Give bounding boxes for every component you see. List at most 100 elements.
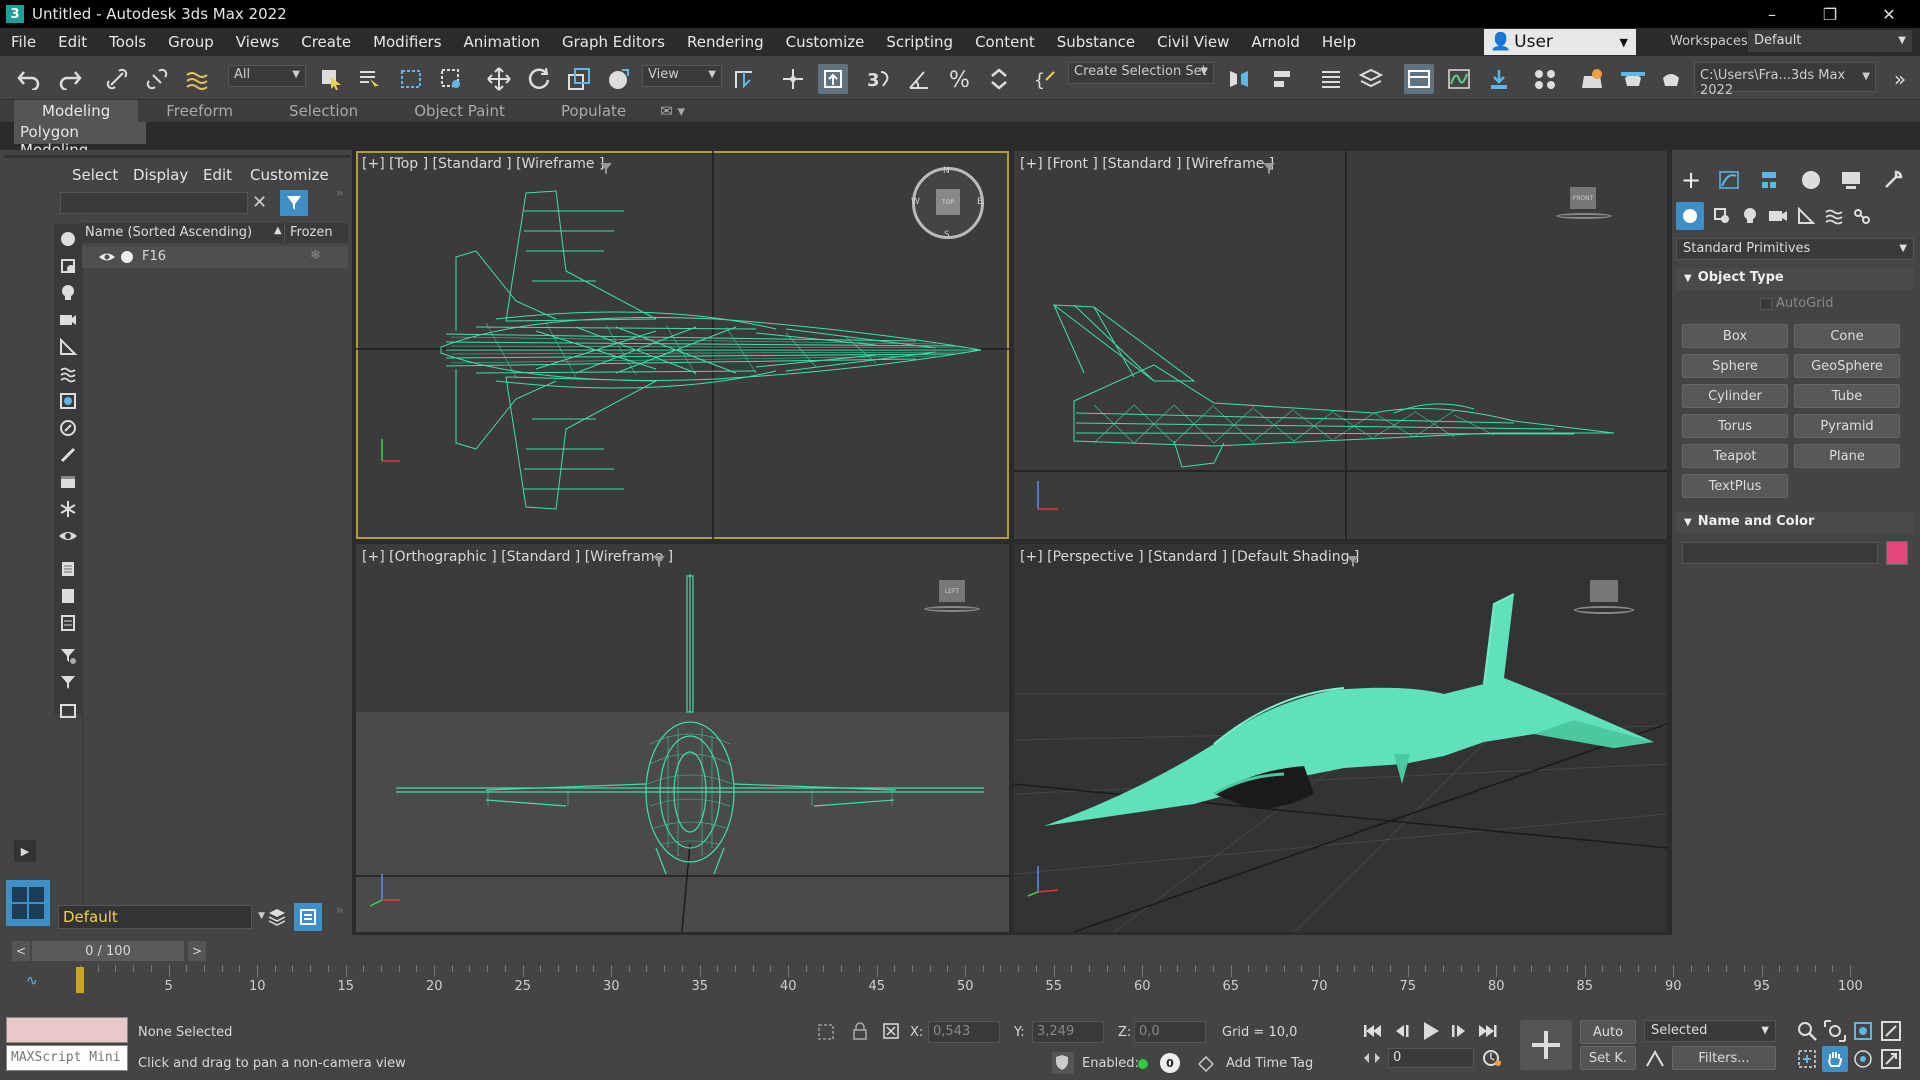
viewport-label-perspective[interactable]: [+] [Perspective ] [Standard ] [Default … — [1020, 549, 1359, 565]
torus-button[interactable]: Torus — [1682, 414, 1788, 438]
column-frozen-header[interactable]: Frozen — [290, 225, 333, 240]
viewport-front[interactable]: [+] [Front ] [Standard ] [Wireframe ] FR… — [1014, 151, 1667, 539]
adaptive-degradation-button[interactable] — [1052, 1052, 1074, 1074]
named-selection-set-dropdown[interactable]: Create Selection Set ▼ — [1068, 62, 1214, 84]
plane-button[interactable]: Plane — [1794, 444, 1900, 468]
time-configuration-icon[interactable] — [1482, 1048, 1504, 1068]
ribbon-toggle-button[interactable] — [1404, 64, 1434, 94]
display-space-warps-button[interactable] — [57, 363, 79, 385]
menu-civil-view[interactable]: Civil View — [1146, 33, 1240, 51]
zoom-all-icon[interactable] — [1824, 1020, 1846, 1042]
explorer-search-input[interactable] — [60, 192, 248, 214]
menu-views[interactable]: Views — [225, 33, 290, 51]
filter-icon[interactable] — [1346, 554, 1360, 568]
redo-button[interactable] — [55, 64, 85, 94]
explorer-expand-icon[interactable]: » — [336, 903, 343, 917]
column-name-header[interactable]: Name (Sorted Ascending) — [85, 225, 252, 240]
zoom-extents-all-icon[interactable] — [1880, 1020, 1902, 1042]
y-coordinate-field[interactable]: 3,249 — [1032, 1021, 1104, 1043]
menu-content[interactable]: Content — [964, 33, 1046, 51]
explorer-menu-display[interactable]: Display — [133, 166, 188, 184]
object-type-rollout[interactable]: ▼ Object Type — [1676, 268, 1914, 290]
menu-edit[interactable]: Edit — [47, 33, 98, 51]
tab-freeform[interactable]: Freeform — [138, 100, 261, 122]
viewcube-perspective[interactable] — [1590, 580, 1618, 602]
pan-view-button[interactable] — [1822, 1046, 1848, 1072]
display-geometry-button[interactable] — [57, 228, 79, 250]
menu-file[interactable]: File — [0, 33, 47, 51]
filter-icon[interactable] — [599, 161, 613, 175]
time-slider[interactable]: 0 / 100 — [32, 941, 184, 961]
viewcube-top-face[interactable]: TOP — [936, 189, 960, 215]
textplus-button[interactable]: TextPlus — [1682, 474, 1788, 498]
explorer-menu-select[interactable]: Select — [72, 166, 118, 184]
previous-frame-icon[interactable] — [1392, 1022, 1414, 1040]
set-key-mode-button[interactable]: Set K. — [1580, 1046, 1636, 1070]
project-path-dropdown[interactable]: C:\Users\Fra...3ds Max 2022 ▼ — [1694, 62, 1876, 98]
expand-panel-button[interactable]: ▶ — [14, 840, 36, 862]
menu-animation[interactable]: Animation — [453, 33, 551, 51]
display-shapes-button[interactable] — [57, 255, 79, 277]
render-setup-button[interactable] — [1578, 64, 1608, 94]
restore-button[interactable]: ❐ — [1803, 0, 1857, 28]
close-button[interactable]: ✕ — [1862, 0, 1916, 28]
edit-named-selection-button[interactable]: { — [1030, 64, 1060, 94]
viewport-label-top[interactable]: [+] [Top ] [Standard ] [Wireframe ] — [362, 156, 604, 172]
current-frame-field[interactable]: 0 — [1388, 1048, 1474, 1068]
menu-modifiers[interactable]: Modifiers — [362, 33, 452, 51]
viewport-label-front[interactable]: [+] [Front ] [Standard ] [Wireframe ] — [1020, 156, 1274, 172]
motion-tab[interactable] — [1796, 166, 1826, 194]
percent-snap-button[interactable]: % — [944, 64, 974, 94]
scene-explorer-toggle-button[interactable] — [1316, 64, 1346, 94]
spinner-snap-button[interactable] — [984, 64, 1014, 94]
viewcube-left[interactable]: LEFT — [939, 580, 965, 602]
minimize-button[interactable]: – — [1745, 0, 1799, 28]
filter-toggle-button[interactable] — [280, 190, 308, 216]
layer-explorer-button[interactable] — [1356, 64, 1386, 94]
viewport-orthographic[interactable]: [+] [Orthographic ] [Standard ] [Wirefra… — [356, 544, 1009, 932]
time-tag-toggle[interactable]: 0 — [1160, 1053, 1180, 1073]
curve-editor-mini-icon[interactable]: ∿ — [26, 973, 38, 989]
keyboard-shortcut-override-button[interactable] — [818, 64, 848, 94]
object-color-swatch[interactable] — [1886, 541, 1908, 565]
display-xrefs-button[interactable] — [57, 417, 79, 439]
user-account-dropdown[interactable]: 👤 User ▼ — [1484, 29, 1636, 55]
absolute-mode-button[interactable] — [882, 1022, 902, 1042]
prev-frame-button[interactable]: < — [12, 941, 30, 961]
scene-explorer-toggle-button[interactable] — [294, 903, 322, 931]
display-lights-button[interactable] — [57, 282, 79, 304]
scale-button[interactable] — [564, 64, 594, 94]
find-button[interactable] — [57, 699, 79, 721]
maxscript-mini-input[interactable]: MAXScript Mini — [6, 1045, 128, 1071]
maximize-viewport-icon[interactable] — [1880, 1048, 1902, 1070]
display-hidden-button[interactable] — [57, 525, 79, 547]
rotate-button[interactable] — [524, 64, 554, 94]
add-time-tag-button[interactable]: Add Time Tag — [1226, 1056, 1313, 1071]
workspace-dropdown[interactable]: Default ▼ — [1748, 30, 1912, 52]
filter-icon[interactable] — [652, 554, 666, 568]
link-button[interactable] — [102, 64, 132, 94]
layer-stack-button[interactable] — [264, 904, 290, 930]
viewport-layout-button[interactable] — [6, 880, 50, 926]
viewport-top[interactable]: [+] [Top ] [Standard ] [Wireframe ] TOP … — [356, 151, 1009, 539]
schematic-view-button[interactable] — [1484, 64, 1514, 94]
filter-children-button[interactable] — [57, 672, 79, 694]
layer-dropdown[interactable]: Default ▼ — [58, 905, 265, 929]
display-frozen-button[interactable] — [57, 498, 79, 520]
eye-icon[interactable] — [98, 250, 116, 264]
field-of-view-icon[interactable] — [1796, 1048, 1818, 1070]
viewport-label-orthographic[interactable]: [+] [Orthographic ] [Standard ] [Wirefra… — [362, 549, 673, 565]
menu-arnold[interactable]: Arnold — [1240, 33, 1311, 51]
x-coordinate-field[interactable]: 0,543 — [928, 1021, 1000, 1043]
systems-category-button[interactable] — [1848, 202, 1876, 230]
bind-space-warp-button[interactable] — [182, 64, 212, 94]
zoom-icon[interactable] — [1796, 1020, 1818, 1042]
ribbon-options-button[interactable]: ✉ ▾ — [654, 100, 691, 122]
key-filter-selection-dropdown[interactable]: Selected ▼ — [1644, 1020, 1776, 1042]
key-mode-icon[interactable] — [1362, 1050, 1382, 1066]
display-none-button[interactable] — [57, 585, 79, 607]
menu-graph-editors[interactable]: Graph Editors — [551, 33, 676, 51]
menu-substance[interactable]: Substance — [1046, 33, 1146, 51]
selection-filter-dropdown[interactable]: All ▼ — [228, 65, 306, 87]
next-frame-button[interactable]: > — [188, 941, 206, 961]
